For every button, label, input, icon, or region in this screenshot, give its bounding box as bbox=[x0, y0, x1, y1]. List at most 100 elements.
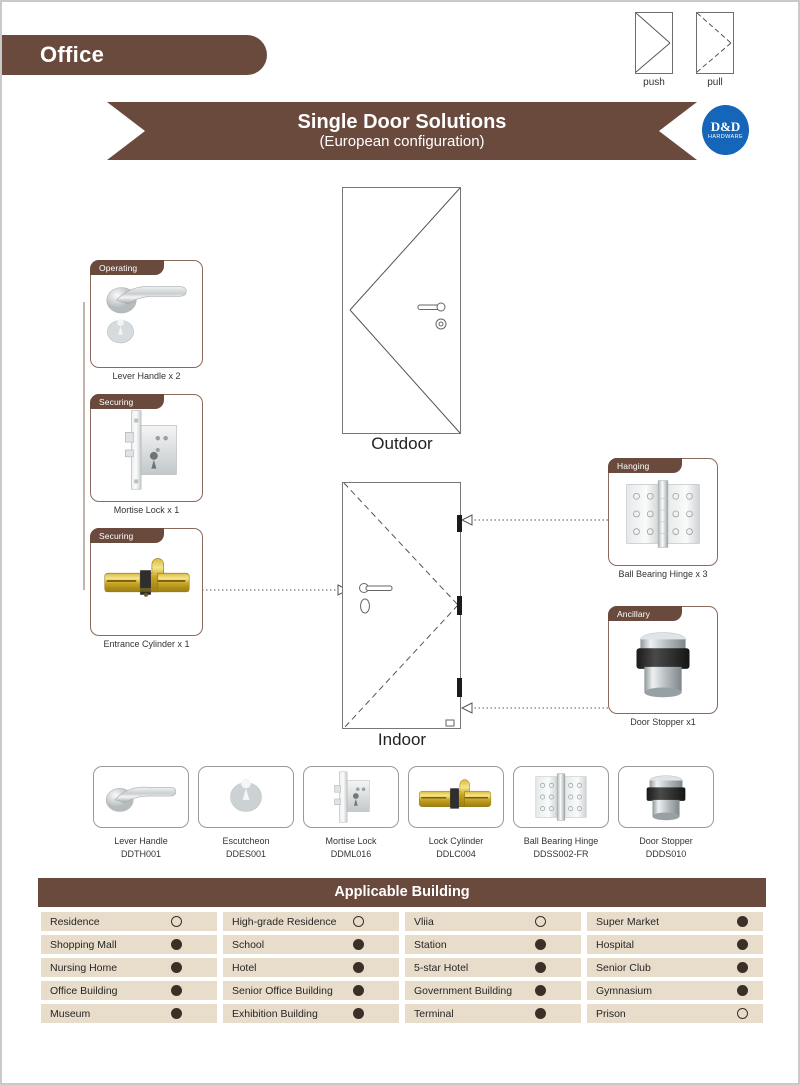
building-cell: Office Building bbox=[38, 979, 220, 1002]
push-label: push bbox=[643, 77, 665, 88]
card-lever-handle: Operating Lever Handle x 2 bbox=[90, 260, 203, 381]
card-door-stopper: Ancillary Door Stopper x1 bbox=[608, 606, 718, 727]
building-cell: Hospital bbox=[584, 933, 766, 956]
product-name: Escutcheon bbox=[222, 836, 270, 846]
building-cell: Residence bbox=[38, 910, 220, 933]
building-cell: High-grade Residence bbox=[220, 910, 402, 933]
card-ball-bearing-hinge: Hanging Ball Bearing Hinge x 3 bbox=[608, 458, 718, 579]
building-row: Residence bbox=[41, 912, 217, 931]
applicable-dot-filled bbox=[535, 962, 546, 973]
building-cell: Museum bbox=[38, 1002, 220, 1025]
logo-primary-text: D&D bbox=[710, 118, 741, 134]
building-row: Senior Club bbox=[587, 958, 763, 977]
pull-symbol: pull bbox=[696, 12, 734, 88]
building-label: Super Market bbox=[596, 915, 660, 928]
building-row: Shopping Mall bbox=[41, 935, 217, 954]
card-caption-mortise-lock: Mortise Lock x 1 bbox=[113, 505, 180, 515]
product-card-mortise-lock[interactable] bbox=[303, 766, 399, 828]
applicable-dot-filled bbox=[353, 962, 364, 973]
product-code: DDTH001 bbox=[120, 849, 161, 859]
building-row: Office Building bbox=[41, 981, 217, 1000]
building-cell: Nursing Home bbox=[38, 956, 220, 979]
card-mortise-lock: Securing Mortise Lock x 1 bbox=[90, 394, 203, 515]
building-row: Exhibition Building bbox=[223, 1004, 399, 1023]
card-caption-lever-handle: Lever Handle x 2 bbox=[112, 371, 181, 381]
category-tab-label: Office bbox=[40, 42, 105, 67]
mortise-lock-icon bbox=[334, 771, 370, 823]
building-row: Station bbox=[405, 935, 581, 954]
product-name: Lock Cylinder bbox=[428, 836, 484, 846]
cylinder-icon bbox=[104, 558, 190, 597]
push-symbol: push bbox=[635, 12, 673, 88]
building-label: Residence bbox=[50, 915, 100, 928]
building-label: Terminal bbox=[414, 1007, 454, 1020]
building-row: Terminal bbox=[405, 1004, 581, 1023]
lever-handle-icon bbox=[106, 286, 187, 344]
card-caption-hinge: Ball Bearing Hinge x 3 bbox=[618, 569, 708, 579]
building-row: Senior Office Building bbox=[223, 981, 399, 1000]
product-code: DDES001 bbox=[225, 849, 267, 859]
building-row: Gymnasium bbox=[587, 981, 763, 1000]
building-label: Nursing Home bbox=[50, 961, 118, 974]
applicable-dot-filled bbox=[171, 1008, 182, 1019]
building-row: Super Market bbox=[587, 912, 763, 931]
building-label: 5-star Hotel bbox=[414, 961, 469, 974]
applicable-dot-filled bbox=[535, 1008, 546, 1019]
product-code: DDLC004 bbox=[436, 849, 476, 859]
product-name: Lever Handle bbox=[114, 836, 168, 846]
applicable-dot-hollow bbox=[353, 916, 364, 927]
product-code: DDDS010 bbox=[645, 849, 687, 859]
building-cell: Government Building bbox=[402, 979, 584, 1002]
page-title: Single Door Solutions bbox=[297, 110, 507, 133]
applicable-dot-filled bbox=[737, 962, 748, 973]
building-row: Prison bbox=[587, 1004, 763, 1023]
building-cell: Prison bbox=[584, 1002, 766, 1025]
logo-secondary-text: HARDWARE bbox=[707, 133, 744, 140]
hinge-icon bbox=[535, 773, 587, 821]
building-cell: Senior Office Building bbox=[220, 979, 402, 1002]
card-caption-door-stopper: Door Stopper x1 bbox=[630, 717, 696, 727]
hinge-icon bbox=[626, 480, 700, 548]
mortise-lock-icon bbox=[125, 410, 177, 490]
building-cell: Shopping Mall bbox=[38, 933, 220, 956]
building-cell: Vliia bbox=[402, 910, 584, 933]
building-label: School bbox=[232, 938, 265, 951]
card-caption-entrance-cylinder: Entrance Cylinder x 1 bbox=[103, 639, 190, 649]
product-card-escutcheon[interactable] bbox=[198, 766, 294, 828]
applicable-dot-filled bbox=[171, 985, 182, 996]
applicable-dot-filled bbox=[171, 939, 182, 950]
building-label: Exhibition Building bbox=[232, 1007, 318, 1020]
product-card-ball-bearing-hinge[interactable] bbox=[513, 766, 609, 828]
building-label: Office Building bbox=[50, 984, 118, 997]
building-row: Hotel bbox=[223, 958, 399, 977]
product-name: Ball Bearing Hinge bbox=[523, 836, 599, 846]
applicable-dot-hollow bbox=[737, 1008, 748, 1019]
applicable-building-title: Applicable Building bbox=[38, 878, 766, 907]
escutcheon-icon bbox=[230, 778, 262, 812]
building-label: Hospital bbox=[596, 938, 634, 951]
product-card-lock-cylinder[interactable] bbox=[408, 766, 504, 828]
building-cell: Senior Club bbox=[584, 956, 766, 979]
applicable-dot-filled bbox=[353, 985, 364, 996]
applicable-dot-filled bbox=[535, 939, 546, 950]
building-row: Nursing Home bbox=[41, 958, 217, 977]
outdoor-door-caption: Outdoor bbox=[371, 434, 433, 453]
building-cell: Terminal bbox=[402, 1002, 584, 1025]
building-row: School bbox=[223, 935, 399, 954]
building-row: Government Building bbox=[405, 981, 581, 1000]
page-subtitle: (European configuration) bbox=[319, 132, 485, 150]
applicable-building-rows: Residence High-grade Residence Vliia Super … bbox=[38, 907, 766, 1025]
product-name: Door Stopper bbox=[639, 836, 693, 846]
building-cell: 5-star Hotel bbox=[402, 956, 584, 979]
building-label: Vliia bbox=[414, 915, 434, 928]
applicable-dot-filled bbox=[737, 916, 748, 927]
building-label: Gymnasium bbox=[596, 984, 653, 997]
indoor-door-caption: Indoor bbox=[377, 730, 427, 749]
building-row: 5-star Hotel bbox=[405, 958, 581, 977]
product-card-door-stopper[interactable] bbox=[618, 766, 714, 828]
product-card-lever-handle[interactable] bbox=[93, 766, 189, 828]
lever-handle-icon bbox=[105, 786, 177, 812]
outdoor-door-diagram bbox=[342, 187, 461, 434]
building-label: Station bbox=[414, 938, 447, 951]
product-name: Mortise Lock bbox=[325, 836, 377, 846]
